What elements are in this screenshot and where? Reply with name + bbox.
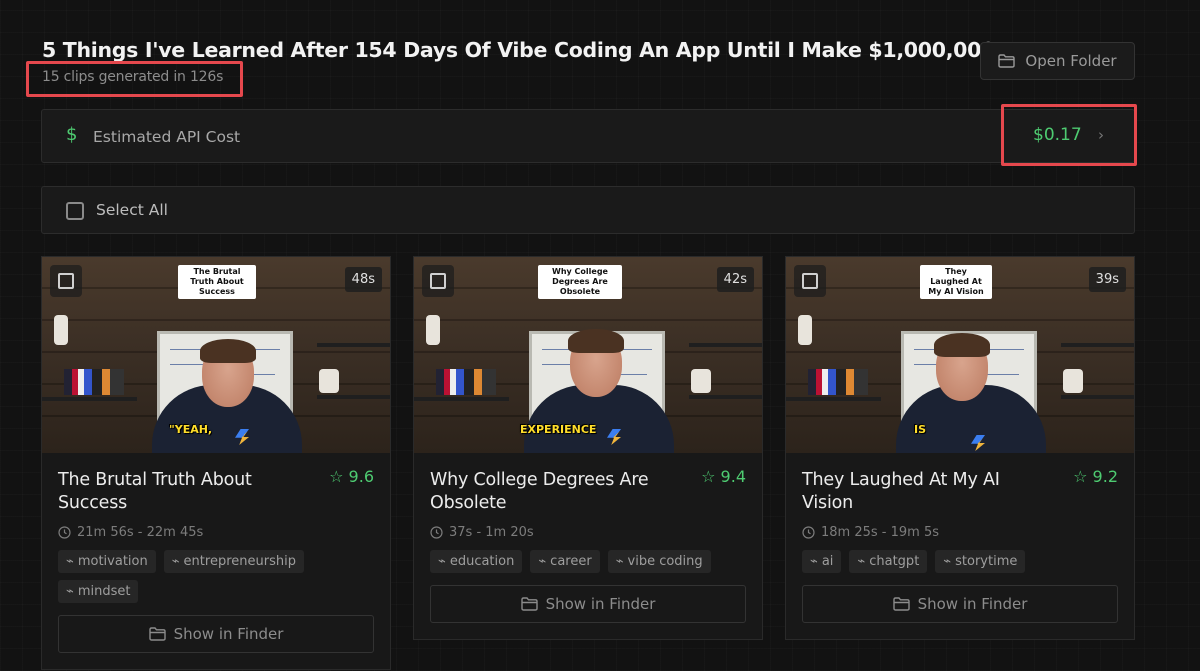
show-in-finder-button[interactable]: Show in Finder <box>58 615 374 653</box>
open-folder-label: Open Folder <box>1025 52 1117 70</box>
tag-icon: ⌁ <box>171 554 180 569</box>
thumbnail-caption: IS <box>914 423 927 436</box>
clip-card[interactable]: Why College Degrees Are Obsolete EXPERIE… <box>413 256 763 640</box>
clip-tags: ⌁ motivation ⌁ entrepreneurship ⌁ mindset <box>58 550 374 603</box>
clip-score: ☆ 9.4 <box>701 467 746 486</box>
clip-duration: 39s <box>1088 267 1126 292</box>
tag-icon: ⌁ <box>810 554 818 569</box>
chevron-right-icon: › <box>1098 126 1104 144</box>
tag: ⌁ career <box>530 550 600 573</box>
clip-thumbnail[interactable]: Why College Degrees Are Obsolete EXPERIE… <box>414 257 762 453</box>
api-cost-label: Estimated API Cost <box>93 128 241 146</box>
clip-card[interactable]: They Laughed At My AI Vision IS 39s They… <box>785 256 1135 640</box>
thumbnail-title-tag: They Laughed At My AI Vision <box>920 265 992 299</box>
tag: ⌁ vibe coding <box>607 550 711 573</box>
clip-time-range: 18m 25s - 19m 5s <box>802 525 1118 540</box>
select-all-label: Select All <box>96 201 168 219</box>
api-cost-bar[interactable]: $ Estimated API Cost $0.17 › <box>41 109 1135 163</box>
tag: ⌁ motivation <box>58 550 156 573</box>
tag: ⌁ ai <box>802 550 842 573</box>
clip-tags: ⌁ ai ⌁ chatgpt ⌁ storytime <box>802 550 1118 573</box>
clip-select-checkbox[interactable] <box>50 265 82 297</box>
clip-score: ☆ 9.2 <box>1073 467 1118 486</box>
clip-duration: 48s <box>344 267 382 292</box>
clip-thumbnail[interactable]: They Laughed At My AI Vision IS 39s <box>786 257 1134 453</box>
folder-icon <box>998 54 1016 68</box>
thumbnail-title-tag: The Brutal Truth About Success <box>178 265 256 299</box>
tag: ⌁ education <box>430 550 523 573</box>
clip-tags: ⌁ education ⌁ career ⌁ vibe coding <box>430 550 746 573</box>
show-in-finder-button[interactable]: Show in Finder <box>430 585 746 623</box>
star-icon: ☆ <box>701 467 716 486</box>
clip-select-checkbox[interactable] <box>422 265 454 297</box>
tag-icon: ⌁ <box>538 554 547 569</box>
api-cost-value: $0.17 <box>1033 125 1082 145</box>
select-all-checkbox[interactable] <box>66 202 84 220</box>
clip-select-checkbox[interactable] <box>794 265 826 297</box>
clock-icon <box>802 526 815 539</box>
clip-title: They Laughed At My AI Vision <box>802 470 1000 513</box>
clip-time-range: 37s - 1m 20s <box>430 525 746 540</box>
tag-icon: ⌁ <box>438 554 446 569</box>
tag-icon: ⌁ <box>943 554 952 569</box>
folder-icon <box>520 597 538 611</box>
tag-icon: ⌁ <box>857 554 866 569</box>
tag-icon: ⌁ <box>66 554 74 569</box>
folder-icon <box>148 627 166 641</box>
clip-thumbnail[interactable]: The Brutal Truth About Success "YEAH, 48… <box>42 257 390 453</box>
clips-summary: 15 clips generated in 126s <box>42 69 224 85</box>
tag-icon: ⌁ <box>66 584 74 599</box>
tag: ⌁ entrepreneurship <box>163 550 304 573</box>
clip-title: The Brutal Truth About Success <box>58 470 252 513</box>
tag: ⌁ storytime <box>935 550 1026 573</box>
clip-duration: 42s <box>716 267 754 292</box>
folder-icon <box>892 597 910 611</box>
tag-icon: ⌁ <box>615 554 624 569</box>
show-in-finder-button[interactable]: Show in Finder <box>802 585 1118 623</box>
thumbnail-caption: EXPERIENCE <box>520 423 597 436</box>
clip-time-range: 21m 56s - 22m 45s <box>58 525 374 540</box>
select-all-bar[interactable]: Select All <box>41 186 1135 234</box>
tag: ⌁ mindset <box>58 580 139 603</box>
clip-card[interactable]: The Brutal Truth About Success "YEAH, 48… <box>41 256 391 670</box>
page-title: 5 Things I've Learned After 154 Days Of … <box>42 38 996 62</box>
thumbnail-caption: "YEAH, <box>169 423 213 436</box>
clock-icon <box>430 526 443 539</box>
clip-score: ☆ 9.6 <box>329 467 374 486</box>
tag: ⌁ chatgpt <box>849 550 928 573</box>
clock-icon <box>58 526 71 539</box>
thumbnail-title-tag: Why College Degrees Are Obsolete <box>538 265 622 299</box>
open-folder-button[interactable]: Open Folder <box>980 42 1135 80</box>
dollar-icon: $ <box>66 124 78 145</box>
clip-title: Why College Degrees Are Obsolete <box>430 470 649 513</box>
star-icon: ☆ <box>329 467 344 486</box>
star-icon: ☆ <box>1073 467 1088 486</box>
